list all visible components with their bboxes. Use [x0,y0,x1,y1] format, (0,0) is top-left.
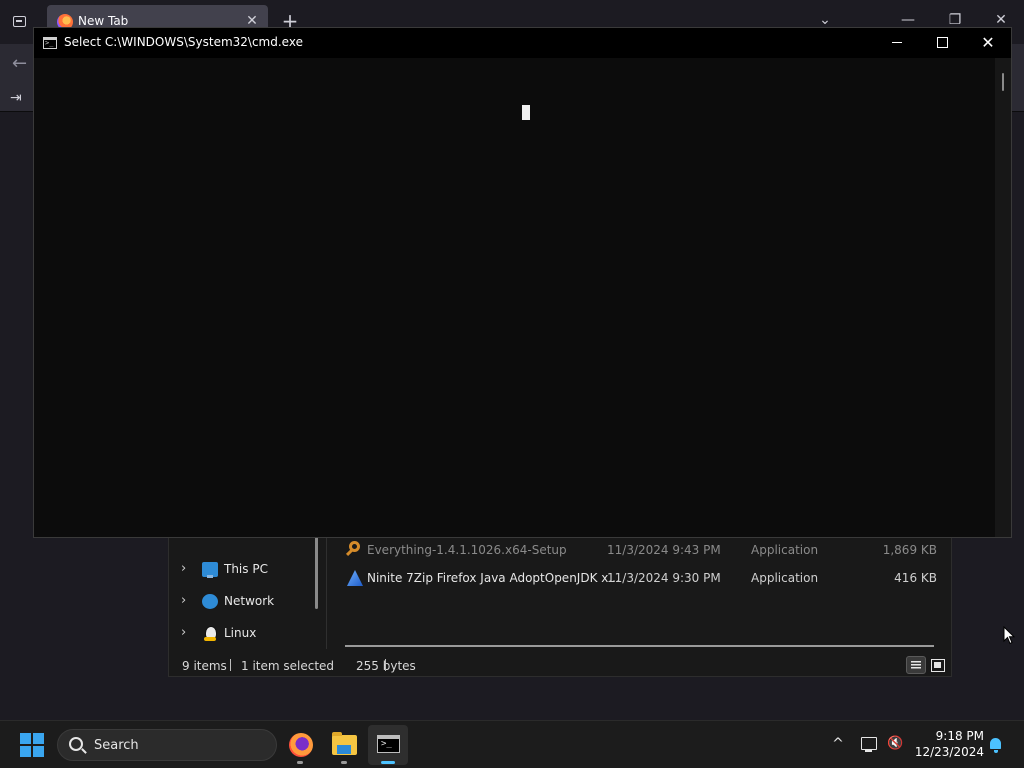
tab-list-icon [13,16,26,27]
status-item-count: 9 items [182,659,227,673]
cmd-window: Select C:\WINDOWS\System32\cmd.exe ✕ [33,27,1012,538]
terminal-icon [377,735,400,753]
network-icon [202,594,218,609]
chevron-right-icon[interactable]: › [181,561,191,577]
status-divider [230,659,231,671]
chevron-right-icon[interactable]: › [181,625,191,641]
everything-app-icon [349,541,360,552]
file-date: 11/3/2024 9:30 PM [607,571,721,585]
import-bookmarks-icon[interactable]: ⇥ [10,90,28,106]
file-size: 1,869 KB [882,543,937,557]
file-explorer-window: › This PC › Network › Linux Everything-1… [168,520,952,677]
taskbar: Search ^ 🔇 9:18 PM 12/23/2024 [0,720,1024,768]
nav-item-linux[interactable]: › Linux [169,622,317,646]
taskbar-search-box[interactable]: Search [57,729,277,761]
chevron-right-icon[interactable]: › [181,593,191,609]
ninite-app-icon [347,570,363,586]
cmd-minimize-button[interactable] [887,33,907,53]
nav-pane-scrollbar[interactable] [315,537,318,609]
file-type: Application [751,543,819,557]
cmd-close-button[interactable]: ✕ [978,33,998,53]
notification-bell-icon[interactable] [988,737,1004,753]
tab-list-button[interactable] [10,12,30,32]
cmd-maximize-button[interactable] [932,33,952,53]
firefox-icon [289,733,313,757]
cmd-console-area[interactable] [34,58,995,537]
active-indicator [381,761,395,764]
nav-item-label: Network [224,594,275,608]
mouse-pointer-icon [1003,626,1015,645]
nav-item-label: Linux [224,626,257,640]
navigation-pane: › This PC › Network › Linux [169,537,317,649]
status-bar: 9 items 1 item selected 255 bytes [169,653,953,677]
pane-divider [326,521,327,649]
show-hidden-icons-chevron-icon[interactable]: ^ [829,735,847,753]
status-selected: 1 item selected [241,659,335,673]
volume-muted-icon[interactable]: 🔇 [887,736,905,752]
search-icon [69,737,83,751]
file-name: Ninite 7Zip Firefox Java AdoptOpenJDK x.… [367,571,620,585]
cmd-scrollbar[interactable] [995,58,1011,537]
cmd-app-icon[interactable] [43,37,57,49]
running-indicator [341,761,347,764]
windows-logo-icon [33,733,44,744]
cmd-titlebar[interactable]: Select C:\WINDOWS\System32\cmd.exe ✕ [34,28,1011,58]
table-row[interactable]: Everything-1.4.1.1026.x64-Setup 11/3/202… [345,539,945,563]
cmd-window-title: Select C:\WINDOWS\System32\cmd.exe [64,35,303,49]
network-icon[interactable] [861,737,877,752]
nav-item-this-pc[interactable]: › This PC [169,558,317,582]
clock-date: 12/23/2024 [914,745,984,759]
details-view-button[interactable] [906,656,926,674]
windows-logo-icon [33,746,44,757]
this-pc-icon [202,562,218,578]
windows-logo-icon [20,746,31,757]
nav-item-network[interactable]: › Network [169,590,317,614]
tab-title: New Tab [78,14,129,28]
nav-item-label: This PC [224,562,268,576]
folder-icon [332,732,357,755]
horizontal-scrollbar[interactable] [345,645,934,647]
start-button[interactable] [20,733,44,757]
file-size: 416 KB [894,571,937,585]
taskbar-app-file-explorer[interactable] [324,725,364,765]
taskbar-app-command-prompt[interactable] [368,725,408,765]
taskbar-app-firefox[interactable] [280,725,320,765]
table-row[interactable]: Ninite 7Zip Firefox Java AdoptOpenJDK x.… [345,567,945,591]
file-date: 11/3/2024 9:43 PM [607,543,721,557]
windows-logo-icon [20,733,31,744]
system-clock[interactable]: 9:18 PM 12/23/2024 [912,728,984,762]
clock-time: 9:18 PM [935,729,984,743]
status-divider [385,659,386,671]
back-arrow-icon[interactable]: ← [12,54,34,74]
linux-icon [202,626,218,641]
running-indicator [297,761,303,764]
file-name: Everything-1.4.1.1026.x64-Setup [367,543,567,557]
text-cursor [522,105,530,120]
large-icons-view-button[interactable] [928,656,948,674]
file-type: Application [751,571,819,585]
cmd-scrollbar-thumb[interactable] [1002,73,1004,91]
search-label: Search [94,738,139,753]
